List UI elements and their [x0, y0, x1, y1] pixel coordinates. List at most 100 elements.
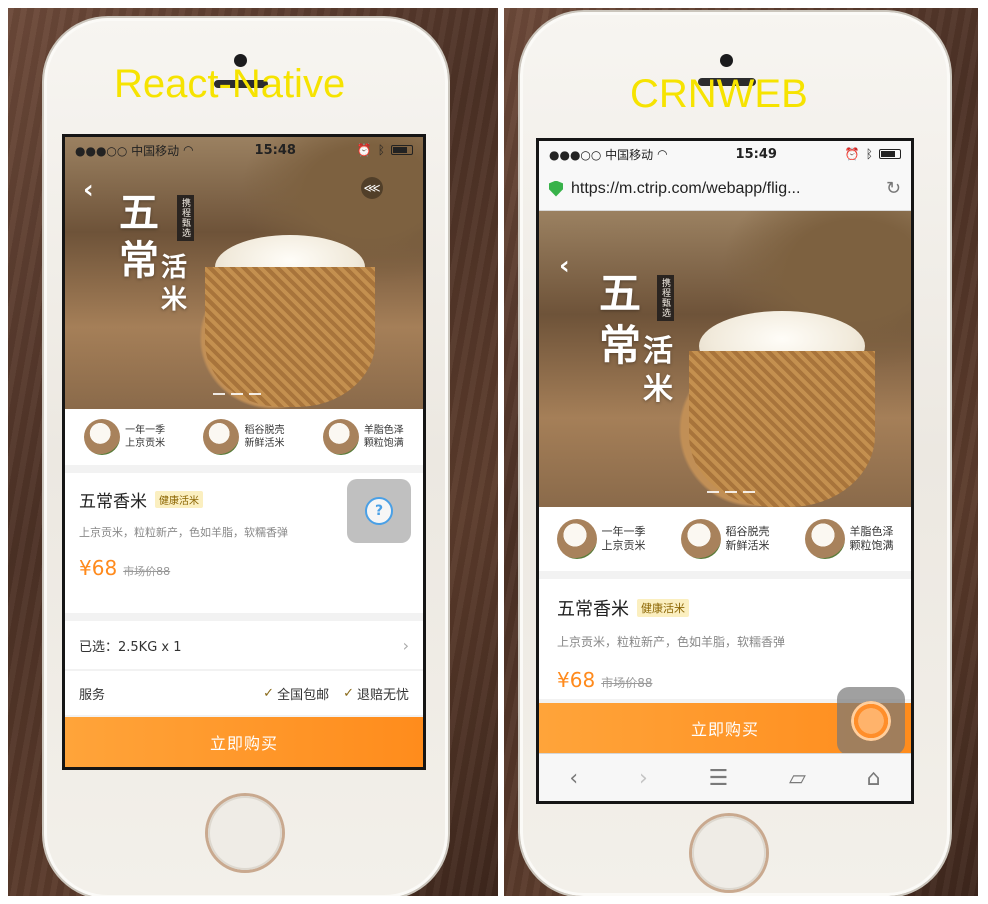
- feature-item: 羊脂色泽 颗粒饱满: [804, 519, 894, 559]
- check-icon: ✓: [343, 685, 354, 701]
- carousel-indicator: [213, 393, 261, 395]
- feature-line: 一年一季: [601, 525, 646, 538]
- product-title: 五常香米: [557, 599, 629, 620]
- bluetooth-icon: ᛒ: [377, 143, 385, 157]
- floating-help-button[interactable]: ?: [347, 479, 411, 543]
- service-list: ✓ 全国包邮 ✓ 退赔无忧: [263, 684, 409, 703]
- brand-seal: 携程甄选: [657, 275, 674, 321]
- home-button[interactable]: [692, 816, 766, 890]
- wifi-icon: ◠: [657, 147, 668, 161]
- hero-char-3: 活: [161, 253, 188, 283]
- back-icon[interactable]: ‹: [569, 766, 578, 791]
- market-price: 市场价88: [601, 676, 653, 690]
- browser-address-bar[interactable]: https://m.ctrip.com/webapp/flig... ↻: [539, 167, 911, 211]
- right-iphone: CRNWEB ●●●○○ 中国移动 ◠ 15:49 ⏰ ᛒ https://m.ct…: [520, 12, 950, 896]
- feature-line: 上京贡米: [601, 539, 646, 552]
- left-iphone: React-Native 五 常 活 米 携程甄选 ‹ ⋘ ●●●○○ 中国移动…: [44, 18, 448, 896]
- carrier-label: ●●●○○ 中国移动 ◠: [549, 146, 668, 163]
- back-chevron-icon[interactable]: ‹: [559, 251, 570, 281]
- status-bar: ●●●○○ 中国移动 ◠ 15:48 ⏰ ᛒ: [65, 137, 423, 163]
- product-hero-image: 五 常 活 米 携程甄选 ‹: [539, 211, 911, 507]
- service-item: ✓ 退赔无忧: [343, 684, 409, 703]
- rice-basket: [689, 351, 875, 507]
- wifi-icon: ◠: [183, 143, 194, 157]
- feature-line: 稻谷脱壳: [725, 525, 770, 538]
- right-caption: CRNWEB: [630, 72, 808, 116]
- market-price: 市场价88: [123, 565, 171, 578]
- selected-spec: 已选：2.5KG x 1: [79, 639, 182, 655]
- product-description: 上京贡米，粒粒新产，色如羊脂，软糯香弹: [557, 635, 786, 649]
- feature-strip: 一年一季上京贡米 稻谷脱壳新鲜活米 羊脂色泽 颗粒饱满: [65, 409, 423, 465]
- feature-item: 一年一季 上京贡米: [556, 519, 646, 559]
- forward-icon[interactable]: ›: [639, 766, 648, 791]
- feature-text: 一年一季 上京贡米: [125, 424, 165, 450]
- feature-thumbnail: [556, 519, 597, 559]
- chevron-right-icon: ›: [402, 635, 409, 655]
- feature-line: 一年一季: [125, 425, 166, 436]
- service-text: 全国包邮: [277, 687, 330, 703]
- alarm-icon: ⏰: [356, 143, 372, 157]
- hero-char-4: 米: [161, 285, 188, 315]
- floating-assistant-button[interactable]: [837, 687, 905, 755]
- check-icon: ✓: [263, 685, 275, 701]
- rice-basket: [205, 267, 375, 407]
- hero-char-4: 米: [643, 372, 673, 407]
- right-screen: ●●●○○ 中国移动 ◠ 15:49 ⏰ ᛒ https://m.ctrip.com…: [536, 138, 914, 804]
- home-button[interactable]: [208, 796, 282, 870]
- feature-line: 上京贡米: [125, 438, 166, 449]
- feature-text: 羊脂色泽 颗粒饱满: [364, 424, 404, 450]
- battery-icon: [390, 145, 413, 155]
- alarm-icon: ⏰: [844, 147, 860, 161]
- feature-thumbnail: [322, 419, 359, 455]
- front-camera: [720, 54, 733, 67]
- buy-now-button[interactable]: 立即购买: [65, 717, 423, 767]
- left-screen: 五 常 活 米 携程甄选 ‹ ⋘ ●●●○○ 中国移动 ◠ 15:48 ⏰ ᛒ 一年…: [62, 134, 426, 770]
- feature-line: 新鲜活米: [244, 438, 285, 449]
- feature-thumbnail: [804, 519, 845, 559]
- feature-line: 稻谷脱壳: [244, 425, 285, 436]
- feature-text: 稻谷脱壳 新鲜活米: [244, 424, 284, 450]
- selected-spec-row[interactable]: 已选：2.5KG x 1 ›: [65, 621, 423, 669]
- feature-text: 羊脂色泽 颗粒饱满: [850, 525, 894, 553]
- hero-char-3: 活: [643, 334, 673, 369]
- feature-item: 稻谷脱壳 新鲜活米: [680, 519, 770, 559]
- feature-item: 羊脂色泽 颗粒饱满: [322, 419, 404, 455]
- service-item: ✓ 全国包邮: [263, 684, 329, 703]
- product-hero-image: 五 常 活 米 携程甄选 ‹ ⋘: [65, 137, 423, 409]
- status-right-icons: ⏰ ᛒ: [845, 147, 901, 161]
- feature-text: 一年一季 上京贡米: [602, 525, 646, 553]
- feature-thumbnail: [84, 419, 121, 455]
- feature-text: 稻谷脱壳 新鲜活米: [726, 525, 770, 553]
- price: ¥68: [79, 556, 118, 580]
- reload-icon[interactable]: ↻: [886, 178, 901, 199]
- browser-toolbar: ‹ › ☰ ▱ ⌂: [539, 753, 911, 801]
- carousel-indicator: [707, 491, 755, 493]
- feature-line: 羊脂色泽: [849, 525, 894, 538]
- price: ¥68: [557, 668, 596, 692]
- bluetooth-icon: ᛒ: [865, 147, 873, 161]
- hero-char-2: 常: [599, 321, 642, 370]
- carrier-label: ●●●○○ 中国移动 ◠: [75, 142, 194, 159]
- bookmarks-icon[interactable]: ▱: [789, 766, 806, 791]
- home-icon[interactable]: ⌂: [867, 766, 881, 791]
- share-icon[interactable]: ⋘: [361, 177, 383, 199]
- service-row: 服务 ✓ 全国包邮 ✓ 退赔无忧: [65, 671, 423, 715]
- feature-item: 一年一季 上京贡米: [84, 419, 165, 455]
- feature-thumbnail: [203, 419, 240, 455]
- hero-char-1: 五: [119, 189, 159, 236]
- feature-line: 颗粒饱满: [363, 438, 404, 449]
- feature-line: 颗粒饱满: [849, 539, 894, 552]
- back-chevron-icon[interactable]: ‹: [83, 175, 94, 205]
- url-text[interactable]: https://m.ctrip.com/webapp/flig...: [571, 180, 878, 198]
- menu-icon[interactable]: ☰: [709, 766, 729, 791]
- hero-char-1: 五: [599, 269, 642, 318]
- status-bar: ●●●○○ 中国移动 ◠ 15:49 ⏰ ᛒ: [539, 141, 911, 167]
- feature-item: 稻谷脱壳 新鲜活米: [203, 419, 284, 455]
- title-row: 五常香米 健康活米: [557, 595, 893, 621]
- left-photo-panel: React-Native 五 常 活 米 携程甄选 ‹ ⋘ ●●●○○ 中国移动…: [8, 8, 498, 896]
- secure-shield-icon: [549, 180, 563, 197]
- status-time: 15:49: [735, 146, 777, 162]
- hero-char-2: 常: [119, 237, 159, 284]
- right-photo-panel: CRNWEB ●●●○○ 中国移动 ◠ 15:49 ⏰ ᛒ https://m.ct…: [504, 8, 978, 896]
- brand-seal: 携程甄选: [177, 195, 194, 241]
